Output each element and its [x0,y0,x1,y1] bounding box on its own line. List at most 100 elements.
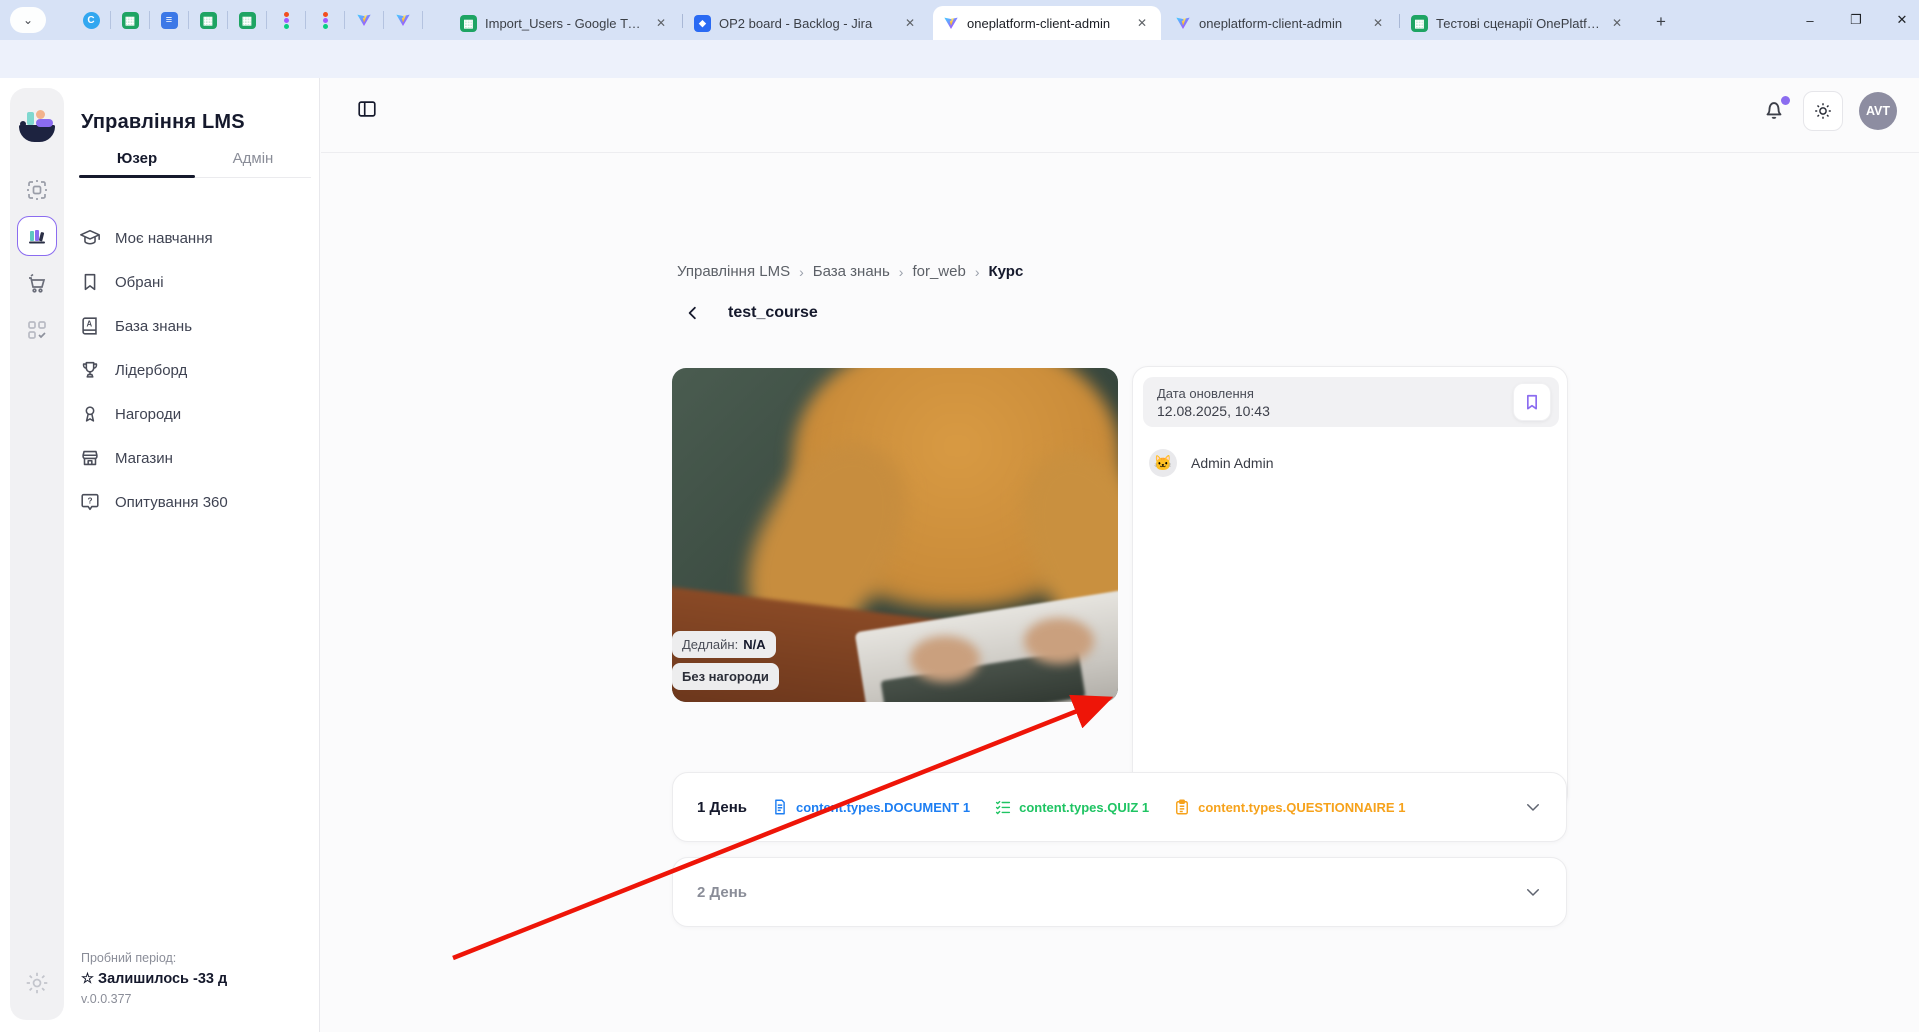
sidebar-item-label: Опитування 360 [115,493,228,511]
vite-icon [396,14,410,26]
figma-icon [283,11,289,29]
window-maximize-button[interactable]: ❐ [1833,0,1879,40]
sheets-icon: ▦ [460,14,477,32]
sidebar-item-label: Лідерборд [115,361,188,379]
sun-icon [1815,103,1831,119]
oneplatform-logo[interactable] [17,106,57,146]
app-rail [10,88,64,1020]
course-info-card: Дата оновлення 12.08.2025, 10:43 🐱 Admin… [1132,366,1568,810]
window-close-button[interactable]: ✕ [1879,0,1919,40]
breadcrumb-item[interactable]: for_web [912,263,965,280]
no-reward-label: Без нагороди [682,669,769,684]
document-icon [775,799,785,815]
pinned-tab-sheets[interactable]: ▦ [111,11,150,29]
tab-title: OP2 board - Backlog - Jira [719,15,873,31]
sidebar-title: Управління LMS [81,111,245,133]
author-avatar: 🐱 [1149,449,1177,477]
tab-admin[interactable]: Адмін [195,144,311,177]
app-root: Управління LMS Юзер Адмін Моє навчання О… [0,78,1919,1032]
day-2-accordion[interactable]: 2 День [672,857,1567,927]
close-tab-icon[interactable]: ✕ [1608,14,1626,32]
theme-toggle-button[interactable] [1803,91,1843,131]
sidebar-item-label: Нагороди [115,405,182,423]
book-icon: A [82,317,97,335]
cover-decor [1024,618,1094,664]
pinned-tab-vite[interactable] [345,11,384,29]
breadcrumb-separator: › [898,263,904,280]
trial-period-block: Пробний період: ☆ Залишилось -33 д v.0.0… [81,951,227,1006]
focus-module-icon[interactable] [17,170,57,210]
bookmark-course-button[interactable] [1513,383,1551,421]
updated-value: 12.08.2025, 10:43 [1157,402,1270,419]
close-tab-icon[interactable]: ✕ [901,14,919,32]
settings-gear-icon[interactable] [17,963,57,1003]
content-badge-quiz: content.types.QUIZ 1 [994,798,1149,816]
updated-date-block: Дата оновлення 12.08.2025, 10:43 [1143,377,1559,427]
day-title: 1 День [697,798,748,816]
pinned-tab-clockify[interactable]: C [72,11,111,29]
user-avatar[interactable]: AVT [1859,92,1897,130]
sidebar-item-label: Моє навчання [115,229,213,247]
trial-label: Пробний період: [81,951,177,965]
day-1-accordion[interactable]: 1 День content.types.DOCUMENT 1 content.… [672,772,1567,842]
tab-user[interactable]: Юзер [79,144,195,178]
sidebar-item-my-learning[interactable]: Моє навчання [79,216,311,260]
graduation-cap-icon [80,229,100,245]
lms-module-icon-active[interactable] [17,216,57,256]
sheets-icon: ▦ [1411,14,1428,32]
browser-toolbar: ← → ↻ dev.opdev.pp.ua/lms/courses/33?acc… [0,40,1919,114]
breadcrumb-separator: › [974,263,980,280]
medal-icon [85,406,95,422]
sidebar-item-favorites[interactable]: Обрані [79,260,311,304]
breadcrumb-item[interactable]: База знань [813,263,890,280]
notification-dot [1781,96,1790,105]
cover-decor [910,636,980,682]
pinned-tab-figma[interactable] [306,11,345,29]
notifications-button[interactable] [1761,96,1791,126]
author-name: Admin Admin [1191,455,1274,471]
browser-tab-active[interactable]: oneplatform-client-admin ✕ [933,6,1161,40]
sidebar-item-survey-360[interactable]: ? Опитування 360 [79,480,311,524]
window-minimize-button[interactable]: – [1787,0,1833,40]
tab-title: Тестові сценарії OnePlatform [1436,15,1600,31]
pinned-tab-vite[interactable] [384,11,423,29]
shop-module-icon[interactable] [17,264,57,304]
tasks-module-icon[interactable] [17,310,57,350]
close-tab-icon[interactable]: ✕ [652,14,670,32]
chevron-down-icon[interactable] [1524,883,1542,901]
deadline-badge: Дедлайн: N/A [672,631,776,658]
breadcrumb-current: Курс [988,263,1024,280]
sheets-icon: ▦ [199,11,217,29]
tab-search-button[interactable]: ⌄ [10,7,46,33]
breadcrumb-item[interactable]: Управління LMS [677,263,790,280]
pinned-tab-sheets[interactable]: ▦ [228,11,267,29]
sidebar-item-awards[interactable]: Нагороди [79,392,311,436]
course-title-row: test_course [684,304,818,322]
browser-tab-import-users[interactable]: ▦ Import_Users - Google Таблиц ✕ [450,6,680,40]
content-badge-document: content.types.DOCUMENT 1 [771,798,970,816]
sidebar-toggle-icon[interactable] [351,93,383,125]
vite-icon [357,14,371,26]
browser-tab-jira[interactable]: ◆ OP2 board - Backlog - Jira ✕ [684,6,929,40]
pinned-tab-sheets[interactable]: ▦ [189,11,228,29]
close-tab-icon[interactable]: ✕ [1369,14,1387,32]
pinned-tab-figma[interactable] [267,11,306,29]
new-tab-button[interactable]: + [1648,9,1674,35]
browser-tab-admin2[interactable]: oneplatform-client-admin ✕ [1165,6,1397,40]
app-version: v.0.0.377 [81,992,132,1006]
close-tab-icon[interactable]: ✕ [1133,14,1151,32]
browser-tab-scenarios[interactable]: ▦ Тестові сценарії OnePlatform ✕ [1401,6,1636,40]
chevron-down-icon[interactable] [1524,798,1542,816]
sidebar-item-knowledge-base[interactable]: A База знань [79,304,311,348]
sidebar-item-leaderboard[interactable]: Лідерборд [79,348,311,392]
tab-title: oneplatform-client-admin [967,15,1111,31]
course-title: test_course [728,304,818,321]
back-chevron-icon[interactable] [684,304,702,322]
tab-title: Import_Users - Google Таблиц [485,15,644,31]
sidebar-item-store[interactable]: Магазин [79,436,311,480]
breadcrumb: Управління LMS › База знань › for_web › … [677,263,1023,280]
pinned-tab-docs[interactable]: ≡ [150,11,189,29]
sidebar: Управління LMS Юзер Адмін Моє навчання О… [0,78,320,1032]
svg-text:?: ? [87,496,92,505]
sidebar-item-label: База знань [115,317,193,335]
